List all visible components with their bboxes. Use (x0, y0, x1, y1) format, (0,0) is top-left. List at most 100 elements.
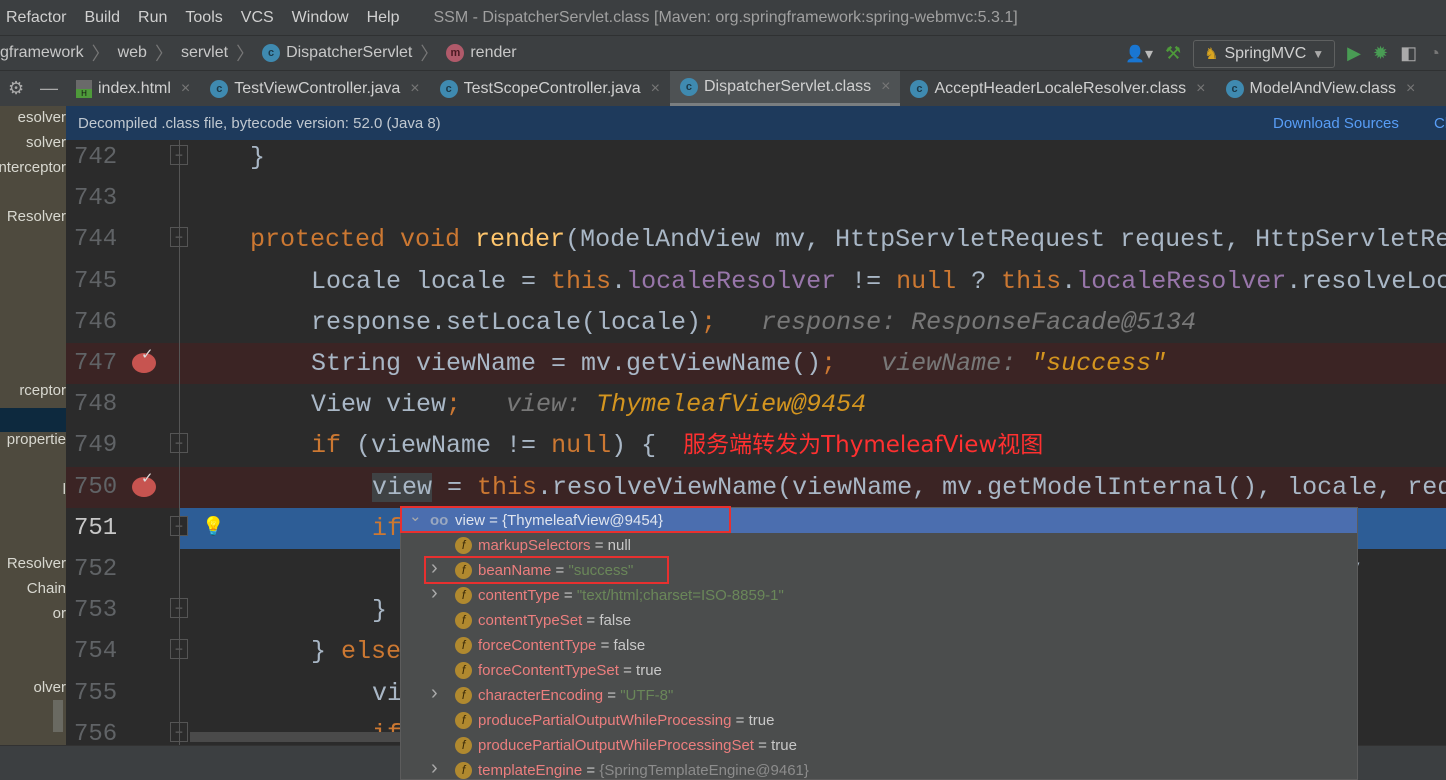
field-row[interactable]: f markupSelectors = null (401, 533, 1357, 558)
close-icon[interactable]: × (181, 80, 190, 98)
menu-item-refactor[interactable]: Refactor (6, 9, 66, 27)
equals-sign: = (603, 687, 621, 704)
close-icon[interactable]: × (1196, 80, 1205, 98)
menu-item-run[interactable]: Run (138, 9, 167, 27)
breadcrumb-item[interactable]: servlet (181, 44, 228, 62)
field-row[interactable]: f forceContentType = false (401, 633, 1357, 658)
code-text: if (372, 508, 402, 549)
profile-icon[interactable]: ◔ (1429, 43, 1440, 64)
tab-acceptheaderlocaleresolver-class[interactable]: c AcceptHeaderLocaleResolver.class × (900, 71, 1215, 106)
project-tree-item[interactable]: propertie (0, 431, 66, 448)
breadcrumb-item[interactable]: gframework (0, 44, 84, 62)
run-icon[interactable]: ▶ (1347, 43, 1361, 64)
line-number: 749 (74, 432, 118, 460)
close-icon[interactable]: × (410, 80, 419, 98)
field-name: forceContentType (478, 637, 597, 654)
line-number: 742 (74, 144, 118, 171)
project-tree-item[interactable]: Resolver (0, 208, 66, 225)
line-number: 746 (74, 308, 118, 336)
scrollbar[interactable] (53, 700, 63, 732)
close-icon[interactable]: × (651, 80, 660, 98)
field-entry: characterEncoding = "UTF-8" (478, 683, 673, 708)
field-entry: templateEngine = {SpringTemplateEngine@9… (478, 758, 809, 779)
equals-sign: = (582, 612, 600, 629)
build-hammer-icon[interactable]: ⚒ (1165, 43, 1181, 64)
field-name: markupSelectors (478, 537, 591, 554)
user-icon[interactable]: 👤▾ (1125, 44, 1153, 64)
breadcrumb-item[interactable]: web (118, 44, 147, 62)
field-row[interactable]: f forceContentTypeSet = true (401, 658, 1357, 683)
class-icon: c (210, 79, 229, 98)
chevron-right-icon[interactable]: › (431, 756, 438, 779)
line-number: 755 (74, 679, 118, 707)
project-tree-item[interactable]: rceptor (0, 382, 66, 399)
line-number: 743 (74, 185, 118, 213)
code-text: } (250, 140, 265, 178)
project-tree-item[interactable]: or (0, 605, 66, 622)
tab-testscopecontroller-java[interactable]: c TestScopeController.java × (430, 71, 670, 106)
breadcrumb-item[interactable]: c DispatcherServlet (262, 44, 412, 62)
field-row[interactable]: › f characterEncoding = "UTF-8" (401, 681, 1357, 708)
close-icon[interactable]: × (1406, 80, 1415, 98)
project-tree-item[interactable]: solver (0, 134, 66, 151)
menu-item-vcs[interactable]: VCS (241, 9, 274, 27)
menu-item-help[interactable]: Help (367, 9, 400, 27)
tab-testviewcontroller-java[interactable]: c TestViewController.java × (200, 71, 429, 106)
field-row[interactable]: › f templateEngine = {SpringTemplateEngine… (401, 756, 1357, 779)
gear-icon[interactable]: ⚙ (8, 78, 24, 99)
chevron-right-icon[interactable]: › (431, 581, 438, 606)
breadcrumb-label: gframework (0, 44, 84, 61)
field-row[interactable]: f producePartialOutputWhileProcessingSet … (401, 733, 1357, 758)
choose-sources-link[interactable]: Cl (1434, 115, 1446, 132)
line-number: 754 (74, 638, 118, 666)
field-row[interactable]: › f contentType = "text/html;charset=ISO-8… (401, 581, 1357, 608)
tab-modelandview-class[interactable]: c ModelAndView.class × (1216, 71, 1426, 106)
code-token: viewName: (836, 349, 1032, 378)
menu-item-window[interactable]: Window (292, 9, 349, 27)
field-entry: contentTypeSet = false (478, 608, 631, 633)
banner-text: Decompiled .class file, bytecode version… (78, 114, 441, 132)
project-tree-item[interactable]: l (0, 481, 66, 498)
code-token: ThymeleafView@9454 (596, 390, 867, 420)
tab-dispatcherservlet-class[interactable]: c DispatcherServlet.class × (669, 71, 901, 106)
equals-sign: = (731, 712, 749, 729)
run-config-label: SpringMVC (1224, 44, 1307, 62)
minimize-icon[interactable]: — (40, 78, 58, 99)
tab-label: index.html (98, 79, 171, 97)
project-tree-item[interactable]: esolver (0, 109, 66, 126)
project-tree-item[interactable]: Resolver (0, 555, 66, 572)
chevron-right-icon[interactable]: › (431, 681, 438, 706)
field-name: templateEngine (478, 762, 583, 779)
run-configuration-select[interactable]: ♞ SpringMVC ▼ (1193, 39, 1336, 68)
line-number: 745 (74, 267, 118, 295)
tab-index-html[interactable]: index.html × (66, 71, 200, 106)
close-icon[interactable]: × (881, 78, 890, 96)
line-number: 751 (74, 514, 118, 542)
field-icon: f (455, 737, 472, 754)
coverage-icon[interactable]: ◧ (1400, 43, 1417, 64)
download-sources-link[interactable]: Download Sources (1273, 115, 1399, 132)
field-entry: producePartialOutputWhileProcessing = tr… (478, 708, 774, 733)
highlight-box-view (400, 506, 731, 533)
lightbulb-icon[interactable]: 💡 (202, 516, 224, 537)
code-token: protected void (250, 225, 476, 255)
menu-item-build[interactable]: Build (84, 9, 120, 27)
html-file-icon (76, 79, 92, 98)
code-token: = (432, 472, 478, 502)
breakpoint-icon[interactable] (132, 345, 156, 373)
horizontal-scrollbar[interactable] (190, 732, 400, 742)
project-tree-item[interactable]: Chain (0, 580, 66, 597)
field-row[interactable]: f contentTypeSet = false (401, 608, 1357, 633)
code-line: 744–protected void render(ModelAndView m… (66, 219, 1446, 260)
project-tree-item[interactable]: nterceptor (0, 159, 66, 176)
code-token: vi (372, 678, 403, 708)
debug-icon[interactable]: ✹ (1373, 43, 1388, 64)
code-line: 747 String viewName = mv.getViewName(); v… (66, 343, 1446, 384)
field-row[interactable]: f producePartialOutputWhileProcessing = t… (401, 708, 1357, 733)
menu-item-tools[interactable]: Tools (185, 9, 222, 27)
project-tree-item[interactable]: olver (0, 679, 66, 696)
breadcrumb-item[interactable]: m render (446, 44, 517, 62)
breakpoint-icon[interactable] (132, 469, 156, 497)
code-token: "success" (1031, 349, 1167, 378)
code-token: ) { (611, 431, 672, 461)
